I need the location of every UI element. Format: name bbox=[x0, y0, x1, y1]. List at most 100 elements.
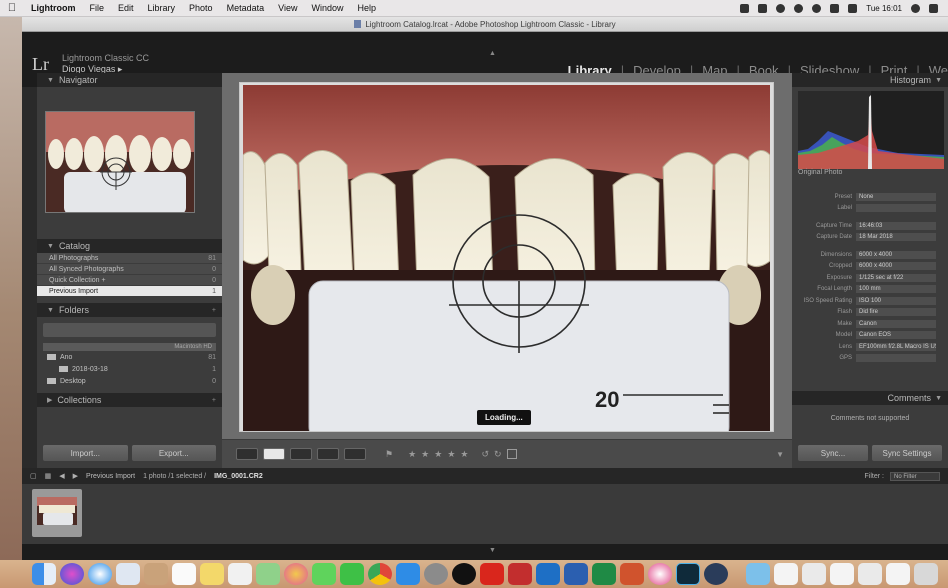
catalog-item-previous-import[interactable]: Previous Import 1 bbox=[37, 286, 222, 297]
add-folder-icon[interactable]: + bbox=[212, 307, 216, 314]
siri-icon[interactable] bbox=[60, 563, 84, 585]
window-titlebar[interactable]: Lightroom Catalog.lrcat - Adobe Photosho… bbox=[22, 17, 948, 32]
collections-header[interactable]: ▶ Collections + bbox=[37, 393, 222, 407]
clock[interactable]: Tue 16:01 bbox=[866, 4, 902, 13]
notes-icon[interactable] bbox=[200, 563, 224, 585]
mail-icon[interactable] bbox=[116, 563, 140, 585]
navigator-header[interactable]: ▼ Navigator bbox=[37, 73, 222, 87]
user-identity[interactable]: Lightroom Classic CC Diogo Viegas ▸ bbox=[62, 53, 149, 75]
star-icon[interactable]: ★ bbox=[447, 449, 455, 460]
metadata-value[interactable]: 16:46:03 bbox=[856, 221, 936, 230]
sync-button[interactable]: Sync... bbox=[798, 445, 868, 461]
catalog-item-quick-collection[interactable]: Quick Collection + 0 bbox=[37, 275, 222, 286]
metadata-value[interactable]: 18 Mar 2018 bbox=[856, 233, 936, 242]
survey-view-icon[interactable] bbox=[317, 448, 339, 460]
spotlight-icon[interactable] bbox=[911, 3, 920, 13]
metadata-value[interactable]: None bbox=[856, 192, 936, 201]
metadata-value[interactable]: ISO 100 bbox=[856, 296, 936, 305]
metadata-value[interactable]: 6000 x 4000 bbox=[856, 250, 936, 259]
chrome-icon[interactable] bbox=[368, 563, 392, 585]
time-machine-icon[interactable] bbox=[776, 3, 786, 13]
document-stack-icon[interactable] bbox=[774, 563, 798, 585]
rotate-right-icon[interactable]: ↻ bbox=[494, 449, 502, 460]
crop-overlay-icon[interactable] bbox=[506, 449, 517, 459]
collapse-bottom-panel-icon[interactable]: ▼ bbox=[489, 547, 496, 554]
word-icon[interactable] bbox=[564, 563, 588, 585]
filmstrip-source[interactable]: Previous Import bbox=[86, 473, 135, 480]
document-stack-icon[interactable] bbox=[802, 563, 826, 585]
back-arrow-icon[interactable]: ◀ bbox=[59, 472, 64, 480]
volume-bar[interactable]: Macintosh HD bbox=[43, 343, 216, 351]
star-icon[interactable]: ★ bbox=[460, 449, 468, 460]
photos-icon[interactable] bbox=[284, 563, 308, 585]
menu-metadata[interactable]: Metadata bbox=[220, 3, 272, 13]
grid-icon[interactable]: ▦ bbox=[45, 472, 52, 480]
loupe-view-icon[interactable] bbox=[263, 448, 285, 460]
acrobat-icon[interactable] bbox=[480, 563, 504, 585]
safari-icon[interactable] bbox=[88, 563, 112, 585]
forward-arrow-icon[interactable]: ▶ bbox=[73, 472, 78, 480]
import-button[interactable]: Import... bbox=[43, 445, 128, 461]
menu-app[interactable]: Lightroom bbox=[24, 3, 83, 13]
add-collection-icon[interactable]: + bbox=[212, 397, 216, 404]
metadata-value[interactable]: EF100mm f/2.8L Macro IS USM bbox=[856, 342, 936, 351]
catalog-item-all-photographs[interactable]: All Photographs 81 bbox=[37, 253, 222, 264]
apple-menu-icon[interactable]:  bbox=[0, 2, 24, 14]
lightroom-icon[interactable] bbox=[676, 563, 700, 585]
metadata-value[interactable]: Canon EOS bbox=[856, 331, 936, 340]
flag-icon[interactable]: ⚑ bbox=[385, 449, 393, 460]
original-photo-label[interactable]: Original Photo bbox=[798, 169, 842, 176]
histogram-graph[interactable] bbox=[798, 91, 944, 169]
folders-filter-field[interactable] bbox=[43, 323, 216, 337]
document-stack-icon[interactable] bbox=[830, 563, 854, 585]
itunes-icon[interactable] bbox=[648, 563, 672, 585]
catalog-item-all-synced[interactable]: All Synced Photographs 0 bbox=[37, 264, 222, 275]
menu-file[interactable]: File bbox=[83, 3, 112, 13]
system-preferences-icon[interactable] bbox=[424, 563, 448, 585]
catalog-header[interactable]: ▼ Catalog bbox=[37, 239, 222, 253]
folder-row[interactable]: Desktop 0 bbox=[37, 375, 222, 387]
star-icon[interactable]: ★ bbox=[434, 449, 442, 460]
metadata-value[interactable]: 1/125 sec at f/22 bbox=[856, 273, 936, 282]
star-icon[interactable]: ★ bbox=[421, 449, 429, 460]
filter-dropdown[interactable]: No Filter bbox=[890, 471, 940, 481]
photo-frame[interactable]: 20 Loading... bbox=[239, 82, 774, 432]
metadata-value[interactable]: Canon bbox=[856, 319, 936, 328]
folder-row[interactable]: 2018-03-18 1 bbox=[37, 363, 222, 375]
star-icon[interactable]: ★ bbox=[408, 449, 416, 460]
menu-view[interactable]: View bbox=[271, 3, 304, 13]
calendar-icon[interactable] bbox=[172, 563, 196, 585]
folder-row[interactable]: Ano 81 bbox=[37, 351, 222, 363]
people-view-icon[interactable] bbox=[344, 448, 366, 460]
maps-icon[interactable] bbox=[256, 563, 280, 585]
document-stack-icon[interactable] bbox=[886, 563, 910, 585]
metadata-value[interactable] bbox=[856, 354, 936, 363]
sync-settings-button[interactable]: Sync Settings bbox=[872, 445, 942, 461]
battery-icon[interactable] bbox=[830, 3, 840, 13]
outlook-icon[interactable] bbox=[536, 563, 560, 585]
export-button[interactable]: Export... bbox=[131, 445, 216, 461]
excel-icon[interactable] bbox=[592, 563, 616, 585]
facetime-icon[interactable] bbox=[340, 563, 364, 585]
dropbox-icon[interactable] bbox=[740, 3, 750, 13]
filezilla-icon[interactable] bbox=[508, 563, 532, 585]
menu-window[interactable]: Window bbox=[304, 3, 350, 13]
quicktime-icon[interactable] bbox=[704, 563, 728, 585]
navigator-preview[interactable] bbox=[45, 111, 195, 213]
powerpoint-icon[interactable] bbox=[620, 563, 644, 585]
messages-icon[interactable] bbox=[312, 563, 336, 585]
menu-edit[interactable]: Edit bbox=[111, 3, 141, 13]
app-store-icon[interactable] bbox=[396, 563, 420, 585]
document-stack-icon[interactable] bbox=[858, 563, 882, 585]
notification-center-icon[interactable] bbox=[929, 3, 938, 13]
menu-library[interactable]: Library bbox=[141, 3, 183, 13]
metadata-value[interactable] bbox=[856, 204, 936, 213]
contacts-icon[interactable] bbox=[144, 563, 168, 585]
filmstrip-thumbnail[interactable] bbox=[32, 489, 82, 537]
trash-icon[interactable] bbox=[914, 563, 938, 585]
metadata-value[interactable]: Did fire bbox=[856, 308, 936, 317]
folders-header[interactable]: ▼ Folders + bbox=[37, 303, 222, 317]
metadata-value[interactable]: 100 mm bbox=[856, 285, 936, 294]
bluetooth-icon[interactable] bbox=[794, 3, 804, 13]
toolbar-menu-icon[interactable]: ▼ bbox=[776, 450, 784, 459]
